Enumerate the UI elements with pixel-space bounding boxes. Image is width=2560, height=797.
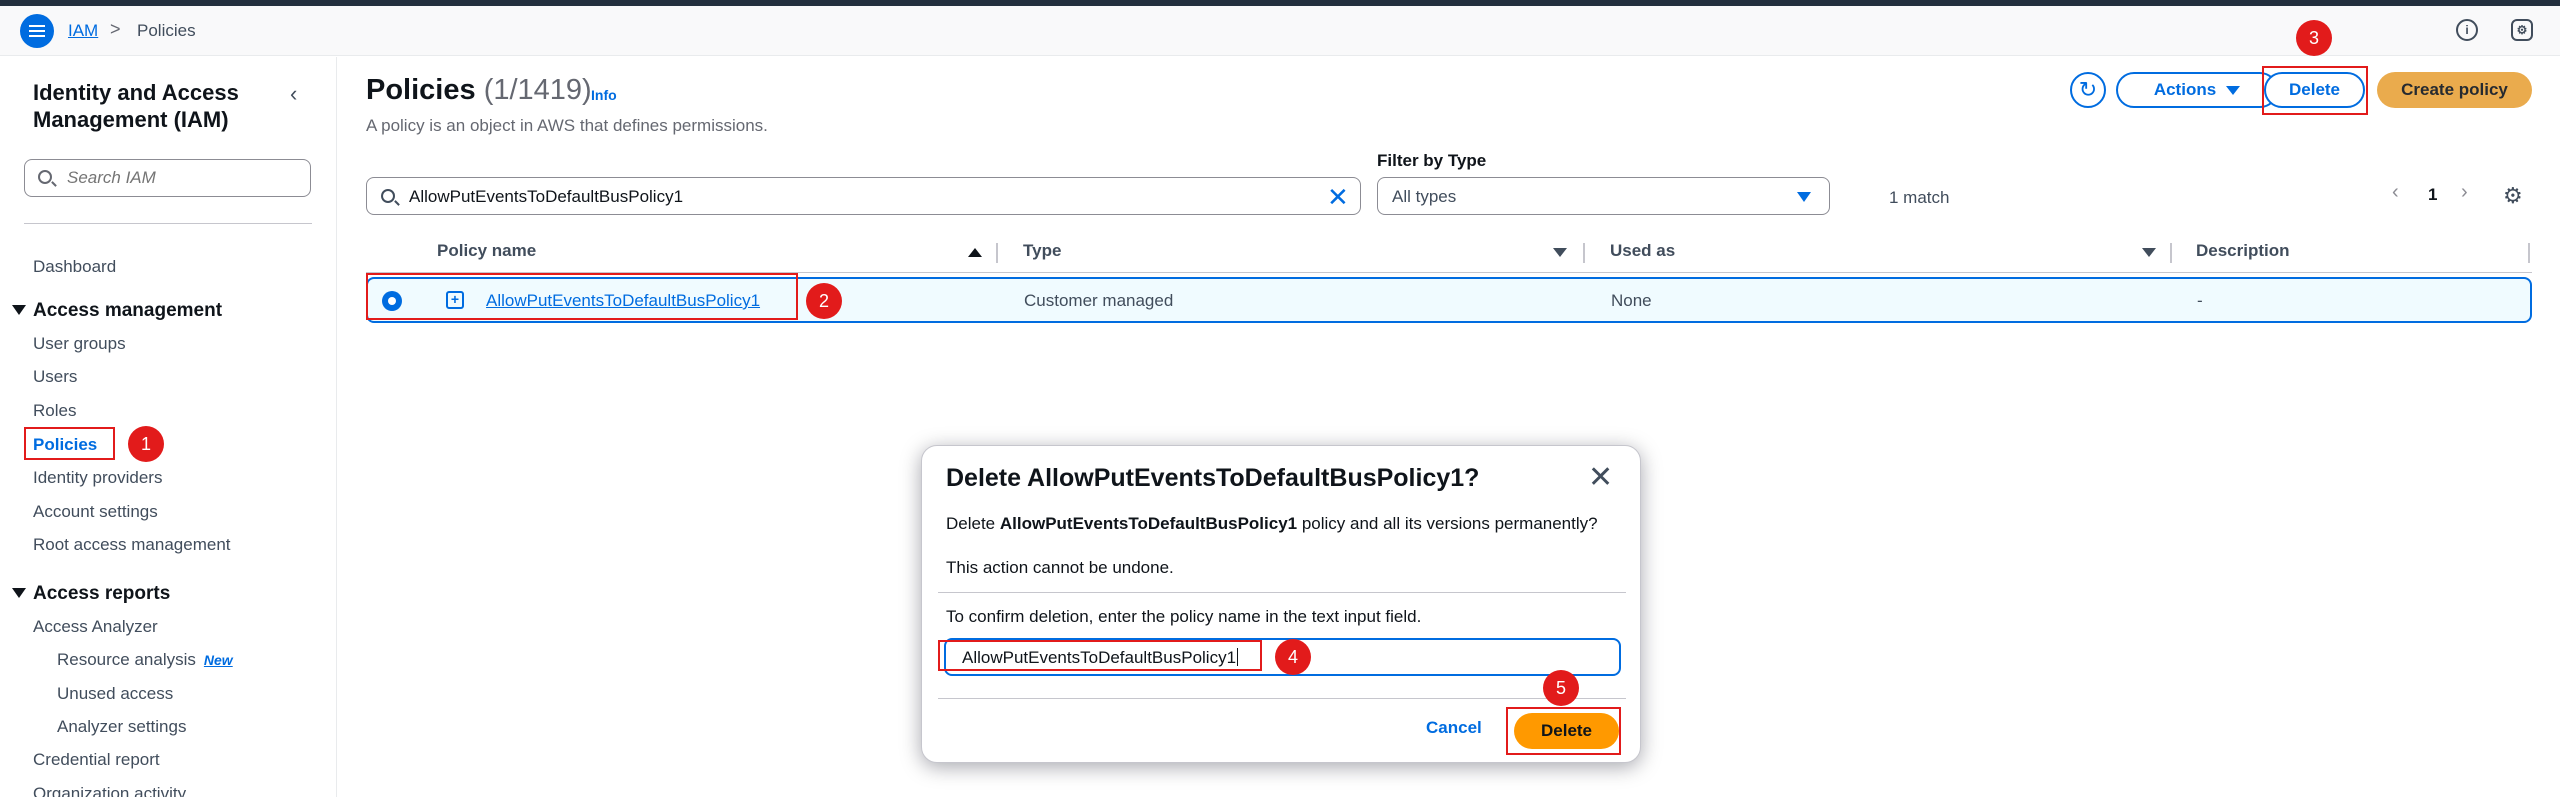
- caret-down-icon: [2226, 85, 2241, 95]
- column-header-description[interactable]: Description: [2196, 241, 2290, 261]
- annotation-box-confirm-delete: [1506, 707, 1621, 755]
- search-input[interactable]: [67, 166, 297, 190]
- modal-divider: [938, 698, 1626, 699]
- breadcrumb-current: Policies: [137, 21, 196, 40]
- sidebar-item-users[interactable]: Users: [33, 367, 77, 387]
- new-badge: New: [203, 652, 233, 668]
- page-number[interactable]: 1: [2428, 185, 2437, 205]
- sidebar-item-analyzer-settings[interactable]: Analyzer settings: [57, 717, 186, 737]
- sidebar-item-identity-providers[interactable]: Identity providers: [33, 468, 162, 488]
- policy-count: (1/1419): [483, 74, 592, 106]
- filter-type-label: Filter by Type: [1377, 151, 1487, 170]
- modal-confirm-prompt: To confirm deletion, enter the policy na…: [946, 607, 1422, 626]
- policy-filter-input[interactable]: AllowPutEventsToDefaultBusPolicy1 ✕: [366, 177, 1361, 215]
- previous-page-icon[interactable]: ‹: [2392, 181, 2399, 204]
- chevron-down-icon[interactable]: [12, 588, 26, 598]
- create-policy-button[interactable]: Create policy: [2377, 72, 2532, 108]
- page-subtitle: A policy is an object in AWS that define…: [366, 116, 768, 135]
- refresh-button[interactable]: ↻: [2070, 72, 2106, 108]
- next-page-icon[interactable]: ›: [2461, 181, 2468, 204]
- filter-type-value: All types: [1392, 187, 1457, 206]
- settings-icon[interactable]: ⚙: [2511, 19, 2533, 41]
- column-divider[interactable]: [2528, 243, 2530, 263]
- refresh-icon: ↻: [2078, 77, 2098, 102]
- column-divider[interactable]: [1583, 243, 1585, 263]
- modal-title: Delete AllowPutEventsToDefaultBusPolicy1…: [946, 464, 1480, 492]
- sort-ascending-icon[interactable]: [968, 248, 982, 257]
- search-icon: [38, 170, 52, 184]
- modal-divider: [938, 592, 1626, 593]
- breadcrumb-separator-icon: >: [110, 19, 121, 39]
- page-title: Policies (1/1419): [366, 74, 592, 107]
- body-suffix: policy and all its versions permanently?: [1297, 514, 1598, 533]
- sidebar-item-root-access[interactable]: Root access management: [33, 535, 231, 555]
- search-icon: [381, 189, 395, 203]
- sidebar-item-resource-analysis[interactable]: Resource analysis New: [57, 650, 233, 670]
- sort-icon[interactable]: [1553, 248, 1567, 257]
- sidebar-section-access-reports[interactable]: Access reports: [33, 583, 170, 605]
- annotation-box-policies: [24, 427, 115, 460]
- info-icon[interactable]: i: [2456, 19, 2478, 41]
- annotation-box-delete: [2262, 66, 2368, 115]
- body-prefix: Delete: [946, 514, 1000, 533]
- column-header-type[interactable]: Type: [1023, 241, 1061, 261]
- modal-body-text: Delete AllowPutEventsToDefaultBusPolicy1…: [946, 514, 1598, 534]
- sidebar-item-account-settings[interactable]: Account settings: [33, 502, 158, 522]
- sidebar-item-credential-report[interactable]: Credential report: [33, 750, 160, 770]
- annotation-marker-4: 4: [1275, 639, 1311, 675]
- sidebar-search[interactable]: [24, 159, 311, 197]
- match-count: 1 match: [1889, 188, 1950, 207]
- breadcrumb-iam[interactable]: IAM: [68, 21, 98, 41]
- info-link[interactable]: Info: [591, 87, 617, 103]
- sidebar-section-access-management[interactable]: Access management: [33, 300, 222, 322]
- sort-icon[interactable]: [2142, 248, 2156, 257]
- annotation-box-policy-row: [366, 273, 798, 320]
- column-header-policy-name[interactable]: Policy name: [437, 241, 536, 261]
- collapse-sidebar-icon[interactable]: ‹: [290, 81, 297, 107]
- top-bar: IAM > Policies i ⚙: [0, 6, 2560, 56]
- annotation-marker-1: 1: [128, 426, 164, 462]
- sidebar-item-label: Resource analysis: [57, 650, 196, 669]
- clear-icon[interactable]: ✕: [1327, 182, 1349, 213]
- sidebar-item-dashboard[interactable]: Dashboard: [33, 257, 116, 277]
- policy-type-cell: Customer managed: [1024, 291, 1174, 310]
- chevron-down-icon[interactable]: [12, 305, 26, 315]
- annotation-box-confirm-input: [938, 640, 1262, 671]
- sidebar-item-user-groups[interactable]: User groups: [33, 334, 126, 354]
- sidebar-item-roles[interactable]: Roles: [33, 401, 76, 421]
- sidebar-item-organization-activity[interactable]: Organization activity: [33, 784, 186, 797]
- annotation-marker-5: 5: [1543, 670, 1579, 706]
- column-header-used-as[interactable]: Used as: [1610, 241, 1675, 261]
- column-divider[interactable]: [996, 243, 998, 263]
- cancel-button[interactable]: Cancel: [1426, 718, 1482, 738]
- body-policy-name: AllowPutEventsToDefaultBusPolicy1: [999, 514, 1298, 533]
- sidebar-item-unused-access[interactable]: Unused access: [57, 684, 173, 704]
- actions-label: Actions: [2153, 80, 2217, 99]
- sidebar-title: Identity and Access Management (IAM): [33, 80, 239, 132]
- sidebar-item-access-analyzer[interactable]: Access Analyzer: [33, 617, 158, 637]
- annotation-marker-3: 3: [2296, 20, 2332, 56]
- filter-type-select[interactable]: All types: [1377, 177, 1830, 215]
- caret-down-icon: [1797, 192, 1811, 202]
- description-cell: -: [2197, 291, 2203, 310]
- menu-icon[interactable]: [20, 14, 54, 48]
- gear-icon[interactable]: ⚙: [2503, 183, 2523, 209]
- actions-button[interactable]: Actions: [2116, 72, 2278, 108]
- close-icon[interactable]: ✕: [1588, 460, 1613, 495]
- annotation-marker-2: 2: [806, 283, 842, 319]
- filter-value: AllowPutEventsToDefaultBusPolicy1: [409, 187, 684, 206]
- page-title-text: Policies: [366, 74, 476, 106]
- create-policy-label: Create policy: [2401, 80, 2508, 99]
- used-as-cell: None: [1611, 291, 1652, 310]
- column-divider[interactable]: [2170, 243, 2172, 263]
- sidebar-divider: [24, 223, 312, 224]
- modal-warning: This action cannot be undone.: [946, 558, 1174, 577]
